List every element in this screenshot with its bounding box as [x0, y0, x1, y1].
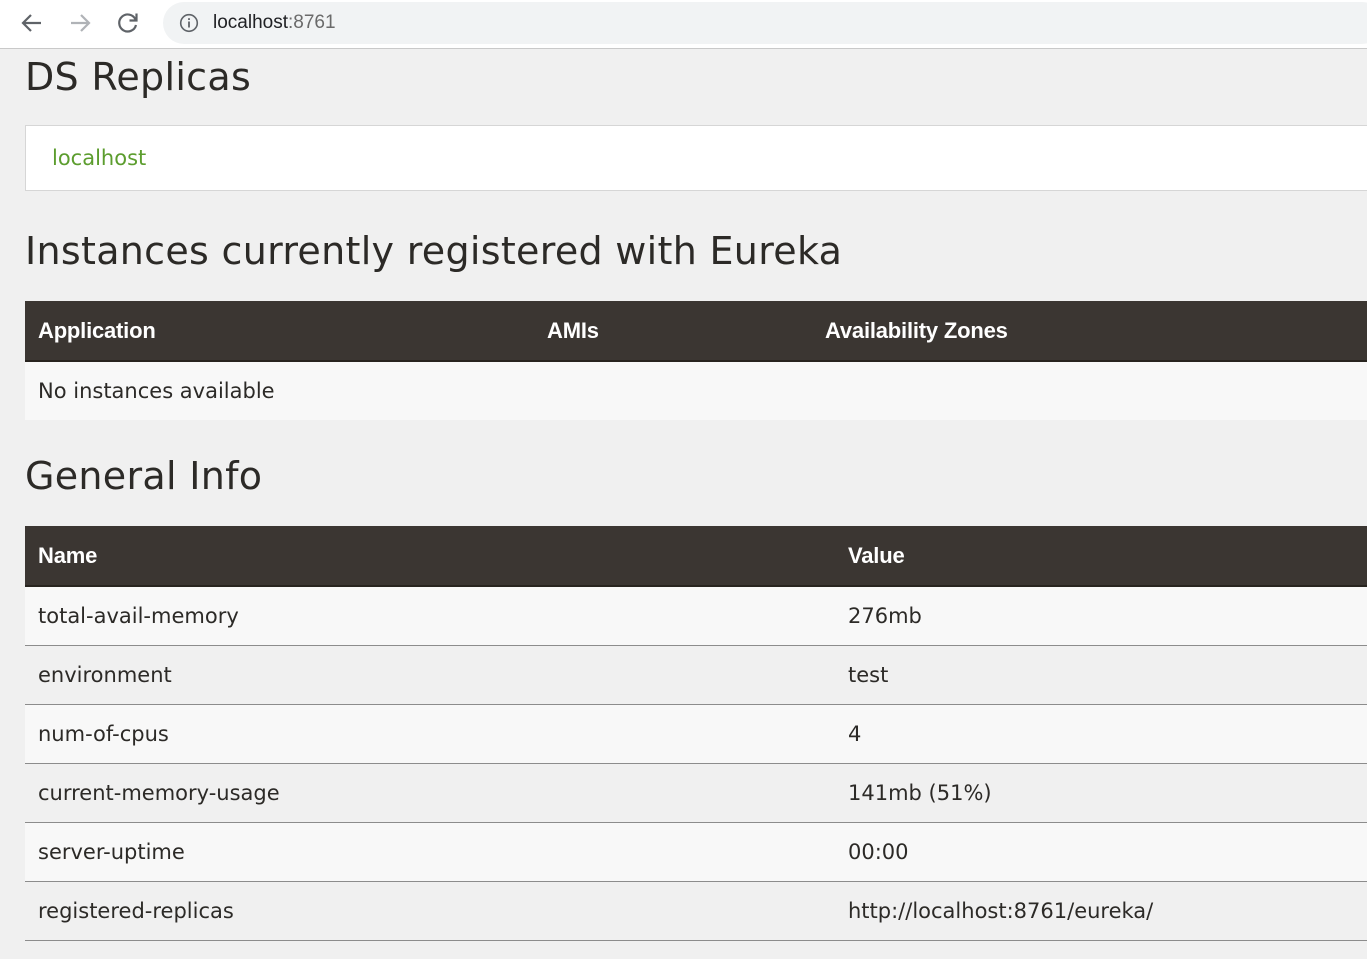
instances-table: Application AMIs Availability Zones No i…: [25, 301, 1367, 420]
info-name-cell: registered-replicas: [25, 881, 835, 941]
url-host: localhost: [213, 12, 288, 33]
replica-link[interactable]: localhost: [52, 144, 146, 172]
info-value-cell: test: [835, 645, 1367, 705]
info-circle-icon[interactable]: [179, 13, 199, 33]
address-bar[interactable]: localhost:8761: [163, 2, 1367, 44]
general-info-title: General Info: [25, 454, 263, 498]
arrow-left-icon: [21, 14, 41, 32]
info-name-cell: current-memory-usage: [25, 763, 835, 823]
table-header-row: Name Value: [25, 526, 1367, 587]
url-port: :8761: [288, 12, 336, 33]
reload-icon: [118, 13, 138, 33]
info-value-cell: http://localhost:8761/eureka/: [835, 881, 1367, 941]
no-instances-message: No instances available: [25, 361, 1367, 420]
column-header-amis: AMIs: [534, 301, 812, 362]
table-row: No instances available: [25, 361, 1367, 420]
reload-button[interactable]: [115, 10, 141, 36]
info-value-cell: 00:00: [835, 822, 1367, 882]
back-button[interactable]: [19, 10, 45, 36]
table-row: num-of-cpus 4: [25, 704, 1367, 764]
forward-button[interactable]: [67, 10, 93, 36]
replicas-list: localhost: [25, 125, 1367, 191]
general-info-table: Name Value total-avail-memory 276mb envi…: [25, 526, 1367, 941]
column-header-value: Value: [835, 526, 1367, 587]
info-value-cell: 4: [835, 704, 1367, 764]
table-row: current-memory-usage 141mb (51%): [25, 763, 1367, 823]
ds-replicas-title: DS Replicas: [25, 55, 252, 99]
table-header-row: Application AMIs Availability Zones: [25, 301, 1367, 362]
info-value-cell: 141mb (51%): [835, 763, 1367, 823]
column-header-availability-zones: Availability Zones: [812, 301, 1367, 362]
instances-title: Instances currently registered with Eure…: [25, 229, 843, 273]
column-header-application: Application: [25, 301, 534, 362]
info-name-cell: total-avail-memory: [25, 586, 835, 646]
info-value-cell: 276mb: [835, 586, 1367, 646]
info-name-cell: server-uptime: [25, 822, 835, 882]
arrow-right-icon: [71, 14, 91, 32]
table-row: server-uptime 00:00: [25, 822, 1367, 882]
browser-toolbar: localhost:8761: [0, 0, 1367, 49]
table-row: total-avail-memory 276mb: [25, 586, 1367, 646]
info-name-cell: environment: [25, 645, 835, 705]
column-header-name: Name: [25, 526, 835, 587]
info-name-cell: num-of-cpus: [25, 704, 835, 764]
url-text[interactable]: localhost:8761: [213, 12, 336, 34]
table-row: registered-replicas http://localhost:876…: [25, 881, 1367, 941]
table-row: environment test: [25, 645, 1367, 705]
